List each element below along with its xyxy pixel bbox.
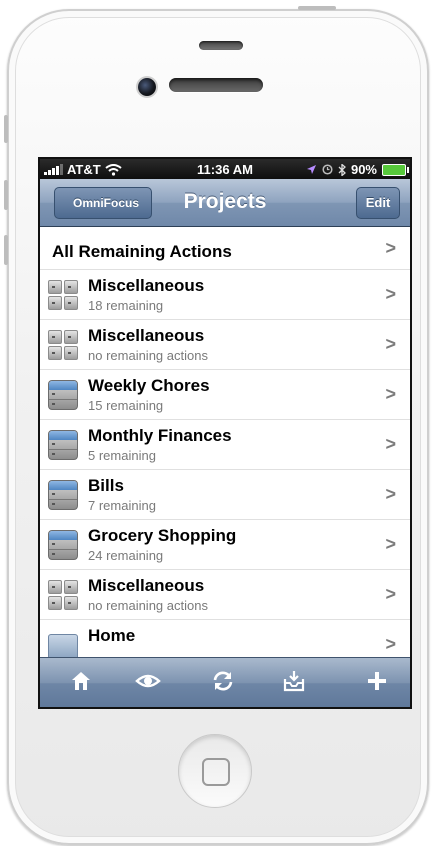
battery-icon — [382, 163, 409, 176]
list-item[interactable]: Grocery Shopping 24 remaining > — [40, 520, 410, 570]
power-button — [298, 6, 336, 10]
row-title: Miscellaneous — [88, 576, 205, 595]
list-item[interactable]: Home > — [40, 620, 410, 657]
row-subtitle: 18 remaining — [88, 298, 164, 313]
list-item[interactable]: Miscellaneous 18 remaining > — [40, 270, 410, 320]
row-subtitle: 24 remaining — [88, 548, 164, 563]
chevron-right-icon: > — [385, 434, 396, 454]
row-subtitle: 7 remaining — [88, 498, 156, 513]
cabinet-icon — [48, 530, 78, 560]
bluetooth-icon — [338, 163, 346, 176]
alarm-icon — [322, 164, 333, 175]
row-title: All Remaining Actions — [52, 242, 232, 261]
navigation-bar: OmniFocus Projects Edit — [40, 179, 410, 227]
chevron-right-icon: > — [385, 284, 396, 304]
row-title: Miscellaneous — [88, 326, 205, 345]
drawer-grid-icon — [48, 580, 78, 610]
chevron-right-icon: > — [385, 484, 396, 504]
chevron-right-icon: > — [385, 238, 396, 258]
location-arrow-icon — [306, 165, 316, 174]
add-icon[interactable] — [362, 670, 392, 696]
chevron-right-icon: > — [385, 384, 396, 404]
battery-percent: 90% — [350, 162, 377, 177]
row-title: Monthly Finances — [88, 426, 232, 445]
drawer-grid-icon — [48, 280, 78, 310]
list-item[interactable]: Weekly Chores 15 remaining > — [40, 370, 410, 420]
volume-down-button — [4, 235, 8, 265]
earpiece-speaker — [169, 78, 263, 92]
mute-switch — [4, 115, 8, 143]
row-title: Miscellaneous — [88, 276, 205, 295]
volume-up-button — [4, 180, 8, 210]
page-title: Projects — [183, 190, 267, 213]
screen: AT&T 11:36 AM 90% OmniFocus Projects Edi… — [38, 157, 412, 709]
status-right: 90% — [306, 162, 409, 177]
row-subtitle: 5 remaining — [88, 448, 156, 463]
eye-icon[interactable] — [133, 670, 163, 696]
cabinet-icon — [48, 380, 78, 410]
chevron-right-icon: > — [385, 534, 396, 554]
inbox-icon[interactable] — [279, 670, 309, 696]
home-button[interactable] — [178, 734, 252, 808]
row-subtitle: 15 remaining — [88, 398, 164, 413]
bottom-toolbar — [40, 657, 410, 707]
list-item-all-remaining[interactable]: All Remaining Actions > — [40, 227, 410, 270]
chevron-right-icon: > — [385, 334, 396, 354]
drawer-grid-icon — [48, 330, 78, 360]
list-item[interactable]: Miscellaneous no remaining actions > — [40, 320, 410, 370]
edit-button[interactable]: Edit — [356, 187, 400, 219]
row-title: Home — [88, 626, 136, 645]
row-subtitle: no remaining actions — [88, 348, 208, 363]
row-title: Weekly Chores — [88, 376, 210, 395]
cabinet-icon — [48, 480, 78, 510]
sync-icon[interactable] — [208, 670, 238, 696]
proximity-sensor — [199, 41, 243, 50]
chevron-right-icon: > — [385, 584, 396, 604]
status-bar: AT&T 11:36 AM 90% — [40, 159, 410, 179]
cabinet-icon — [48, 430, 78, 460]
row-title: Bills — [88, 476, 124, 495]
row-subtitle: no remaining actions — [88, 598, 208, 613]
list-item[interactable]: Miscellaneous no remaining actions > — [40, 570, 410, 620]
project-list: All Remaining Actions > Miscellaneous 18… — [40, 227, 410, 657]
front-camera — [138, 78, 156, 96]
folder-icon — [48, 634, 78, 657]
chevron-right-icon: > — [385, 634, 396, 654]
home-icon[interactable] — [66, 670, 96, 696]
list-item[interactable]: Bills 7 remaining > — [40, 470, 410, 520]
row-title: Grocery Shopping — [88, 526, 237, 545]
list-item[interactable]: Monthly Finances 5 remaining > — [40, 420, 410, 470]
